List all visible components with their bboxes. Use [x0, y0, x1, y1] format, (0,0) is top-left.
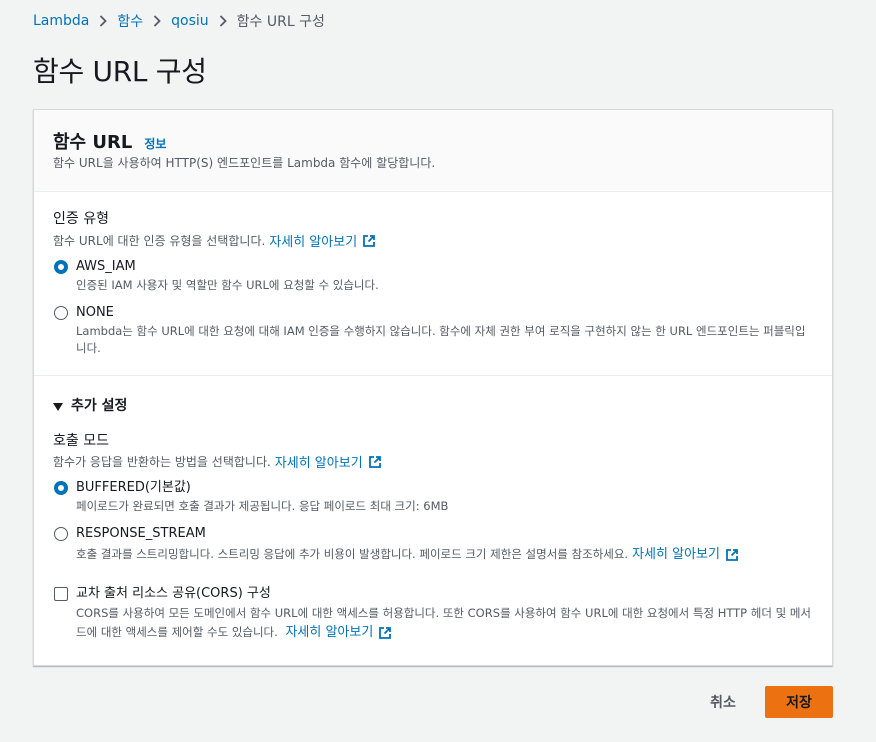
- invoke-option-response-stream[interactable]: RESPONSE_STREAM 호출 결과를 스트리밍합니다. 스트리밍 응답에…: [54, 525, 814, 563]
- auth-type-label: 인증 유형: [53, 211, 109, 227]
- auth-learn-more-link[interactable]: 자세히 알아보기: [269, 231, 376, 250]
- response-stream-learn-more-label: 자세히 알아보기: [632, 547, 720, 562]
- cors-learn-more-link[interactable]: 자세히 알아보기: [285, 623, 392, 642]
- cors-label: 교차 출처 리소스 공유(CORS) 구성: [76, 586, 271, 601]
- caret-down-icon: [53, 396, 63, 415]
- invoke-mode-description: 함수가 응답을 반환하는 방법을 선택합니다. 자세히 알아보기: [53, 452, 382, 471]
- breadcrumb-functions[interactable]: 함수: [117, 11, 143, 31]
- card-description: 함수 URL을 사용하여 HTTP(S) 엔드포인트를 Lambda 함수에 할…: [53, 156, 436, 170]
- chevron-right-icon: [219, 15, 227, 27]
- invoke-mode-label: 호출 모드: [53, 433, 109, 449]
- buffered-description: 페이로드가 완료되면 호출 결과가 제공됩니다. 응답 페이로드 최대 크기: …: [76, 499, 449, 513]
- cors-learn-more-label: 자세히 알아보기: [285, 625, 374, 640]
- save-button[interactable]: 저장: [765, 686, 833, 718]
- aws-iam-radio[interactable]: [54, 260, 68, 274]
- invoke-mode-learn-more-link[interactable]: 자세히 알아보기: [275, 452, 382, 471]
- none-description: Lambda는 함수 URL에 대한 요청에 대해 IAM 인증을 수행하지 않…: [76, 324, 806, 355]
- external-link-icon: [368, 455, 382, 469]
- auth-type-description-text: 함수 URL에 대한 인증 유형을 선택합니다.: [53, 234, 266, 248]
- card-title: 함수 URL 정보: [53, 128, 166, 154]
- cors-description: CORS를 사용하여 모든 도메인에서 함수 URL에 대한 액세스를 허용합니…: [76, 604, 814, 642]
- chevron-right-icon: [99, 15, 108, 27]
- external-link-icon: [378, 626, 392, 640]
- response-stream-radio[interactable]: [54, 527, 68, 541]
- divider: [34, 375, 832, 376]
- chevron-right-icon: [153, 15, 161, 27]
- external-link-icon: [725, 548, 739, 562]
- response-stream-description-text: 호출 결과를 스트리밍합니다. 스트리밍 응답에 추가 비용이 발생합니다. 페…: [76, 547, 629, 561]
- cors-checkbox[interactable]: [54, 587, 68, 601]
- none-label: NONE: [76, 305, 114, 320]
- invoke-mode-learn-more-label: 자세히 알아보기: [274, 456, 363, 471]
- additional-settings-label: 추가 설정: [71, 398, 128, 414]
- aws-iam-label: AWS_IAM: [76, 259, 136, 274]
- invoke-option-buffered[interactable]: BUFFERED(기본값) 페이로드가 완료되면 호출 결과가 제공됩니다. 응…: [54, 479, 814, 515]
- breadcrumb-function-name[interactable]: qosiu: [171, 13, 209, 29]
- card-title-text: 함수 URL: [53, 132, 133, 153]
- breadcrumb-current: 함수 URL 구성: [236, 14, 325, 30]
- page-title: 함수 URL 구성: [33, 55, 207, 88]
- cors-option[interactable]: 교차 출처 리소스 공유(CORS) 구성 CORS를 사용하여 모든 도메인에…: [54, 585, 814, 642]
- response-stream-description: 호출 결과를 스트리밍합니다. 스트리밍 응답에 추가 비용이 발생합니다. 페…: [76, 546, 739, 563]
- breadcrumb: Lambda 함수 qosiu 함수 URL 구성: [33, 11, 325, 31]
- buffered-radio[interactable]: [54, 481, 68, 495]
- cancel-button[interactable]: 취소: [700, 686, 746, 718]
- none-radio[interactable]: [54, 306, 68, 320]
- breadcrumb-lambda[interactable]: Lambda: [33, 13, 89, 29]
- card-header: 함수 URL 정보 함수 URL을 사용하여 HTTP(S) 엔드포인트를 La…: [34, 110, 832, 192]
- buffered-label: BUFFERED(기본값): [76, 480, 191, 495]
- info-link[interactable]: 정보: [144, 135, 166, 152]
- auth-learn-more-label: 자세히 알아보기: [269, 235, 358, 250]
- auth-type-description: 함수 URL에 대한 인증 유형을 선택합니다. 자세히 알아보기: [53, 231, 376, 250]
- invoke-mode-description-text: 함수가 응답을 반환하는 방법을 선택합니다.: [53, 455, 271, 469]
- aws-iam-description: 인증된 IAM 사용자 및 역할만 함수 URL에 요청할 수 있습니다.: [76, 278, 379, 292]
- auth-option-none[interactable]: NONE Lambda는 함수 URL에 대한 요청에 대해 IAM 인증을 수…: [54, 304, 814, 357]
- cors-description-text: CORS를 사용하여 모든 도메인에서 함수 URL에 대한 액세스를 허용합니…: [76, 606, 811, 639]
- response-stream-label: RESPONSE_STREAM: [76, 526, 206, 541]
- response-stream-learn-more-link[interactable]: 자세히 알아보기: [632, 546, 739, 563]
- function-url-card: 함수 URL 정보 함수 URL을 사용하여 HTTP(S) 엔드포인트를 La…: [33, 109, 833, 666]
- additional-settings-toggle[interactable]: 추가 설정: [53, 395, 127, 415]
- auth-option-aws-iam[interactable]: AWS_IAM 인증된 IAM 사용자 및 역할만 함수 URL에 요청할 수 …: [54, 258, 814, 294]
- external-link-icon: [362, 234, 376, 248]
